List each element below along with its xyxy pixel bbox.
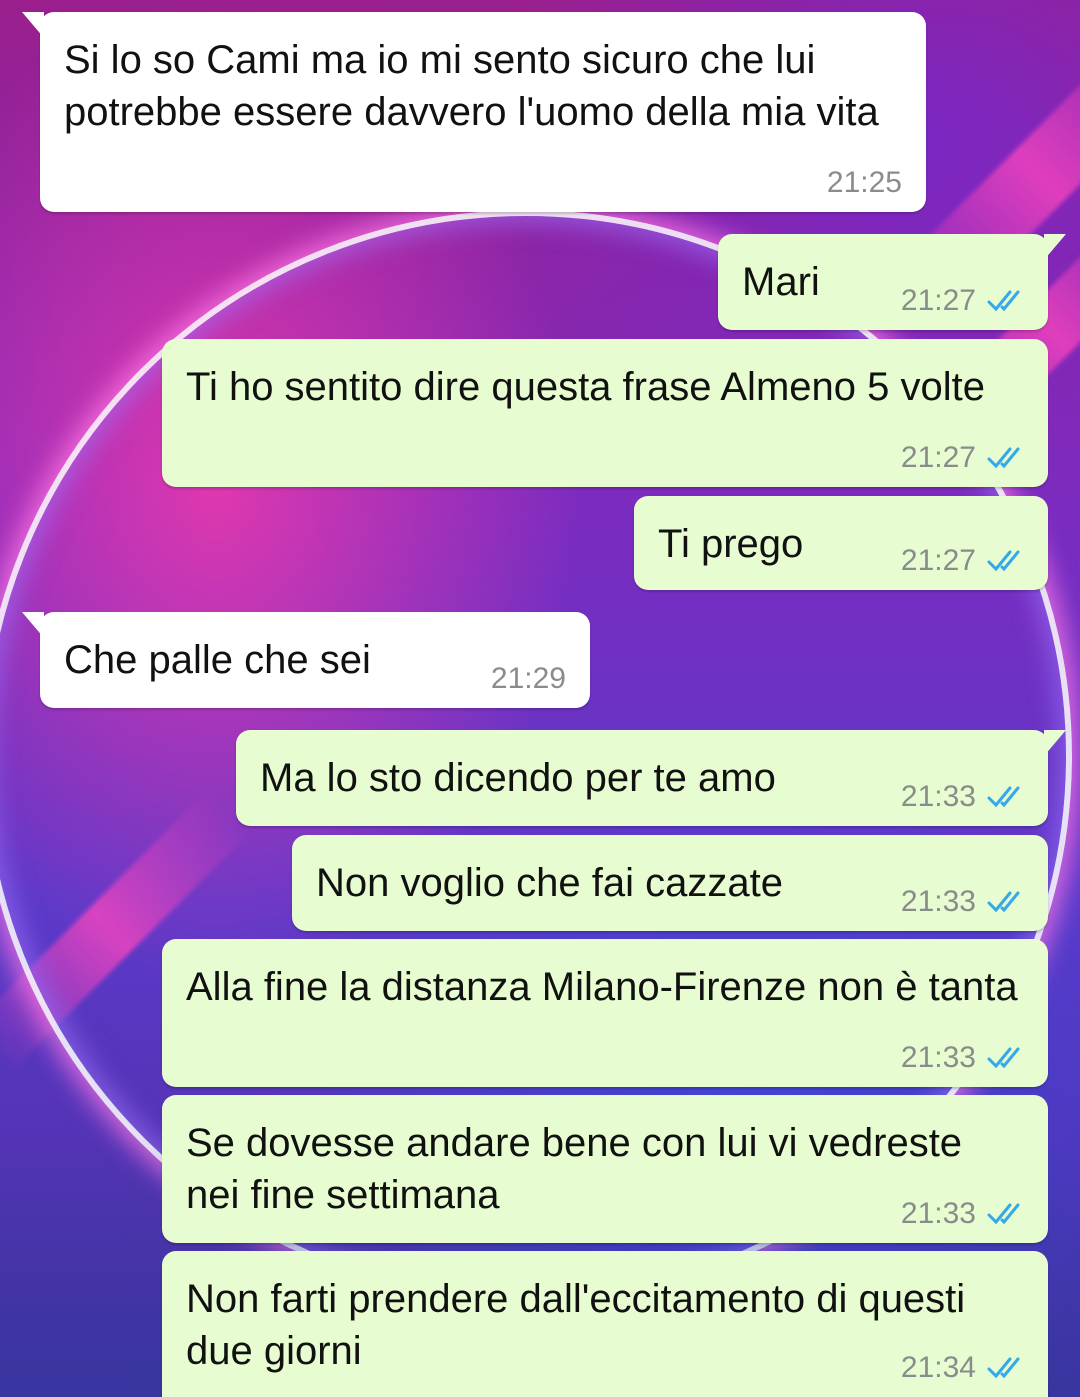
- read-double-check-icon: [986, 445, 1026, 471]
- read-double-check-icon: [986, 1045, 1026, 1071]
- read-double-check-icon: [986, 1355, 1026, 1381]
- message-bubble-outgoing[interactable]: Ma lo sto dicendo per te amo 21:33: [236, 730, 1066, 826]
- message-text: Non voglio che fai cazzate: [316, 861, 783, 905]
- read-double-check-icon: [986, 288, 1026, 314]
- message-bubble-incoming[interactable]: Che palle che sei 21:29: [22, 612, 590, 708]
- message-time: 21:33: [900, 885, 976, 918]
- message-text: Non farti prendere dall'eccitamento di q…: [186, 1277, 966, 1373]
- message-text: Ti ho sentito dire questa frase Almeno 5…: [186, 365, 985, 409]
- message-text: Ma lo sto dicendo per te amo: [260, 756, 776, 800]
- message-bubble-outgoing[interactable]: Se dovesse andare bene con lui vi vedres…: [162, 1095, 1048, 1243]
- message-list[interactable]: Si lo so Cami ma io mi sento sicuro che …: [0, 0, 1080, 1397]
- message-text: Alla fine la distanza Milano-Firenze non…: [186, 965, 1018, 1009]
- message-bubble-outgoing[interactable]: Ti prego 21:27: [634, 496, 1048, 590]
- message-time: 21:33: [900, 1197, 976, 1230]
- message-time: 21:27: [900, 284, 976, 317]
- message-bubble-outgoing[interactable]: Non voglio che fai cazzate 21:33: [292, 835, 1048, 931]
- message-text: Si lo so Cami ma io mi sento sicuro che …: [64, 38, 879, 134]
- message-text: Ti prego: [658, 522, 804, 566]
- message-bubble-outgoing[interactable]: Ti ho sentito dire questa frase Almeno 5…: [162, 339, 1048, 487]
- message-bubble-outgoing[interactable]: Alla fine la distanza Milano-Firenze non…: [162, 939, 1048, 1087]
- read-double-check-icon: [986, 784, 1026, 810]
- message-bubble-incoming[interactable]: Si lo so Cami ma io mi sento sicuro che …: [22, 12, 926, 212]
- message-text: Che palle che sei: [64, 638, 371, 682]
- message-text: Se dovesse andare bene con lui vi vedres…: [186, 1121, 963, 1217]
- message-time: 21:29: [490, 662, 566, 695]
- message-bubble-outgoing[interactable]: Mari 21:27: [718, 234, 1066, 330]
- read-double-check-icon: [986, 889, 1026, 915]
- read-double-check-icon: [986, 548, 1026, 574]
- message-time: 21:33: [900, 780, 976, 813]
- message-text: Mari: [742, 260, 820, 304]
- message-time: 21:33: [900, 1041, 976, 1074]
- message-bubble-outgoing[interactable]: Non farti prendere dall'eccitamento di q…: [162, 1251, 1048, 1397]
- read-double-check-icon: [986, 1201, 1026, 1227]
- message-time: 21:25: [826, 166, 902, 199]
- message-time: 21:27: [900, 544, 976, 577]
- message-time: 21:27: [900, 441, 976, 474]
- message-time: 21:34: [900, 1351, 976, 1384]
